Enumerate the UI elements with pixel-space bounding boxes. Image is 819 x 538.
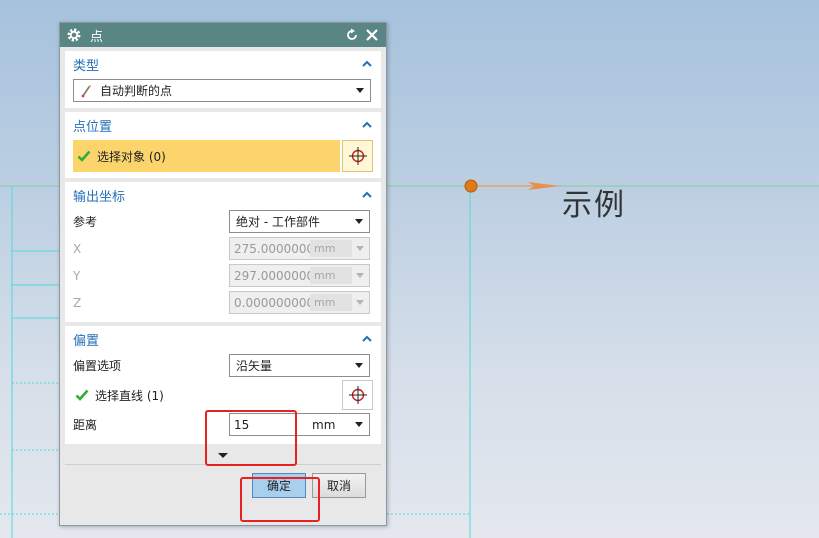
dropdown-arrow-icon [356,246,364,251]
point-type-value: 自动判断的点 [100,84,173,98]
distance-label: 距离 [73,418,98,432]
distance-input[interactable]: 15 [230,418,306,432]
point-dialog: 点 类型 自动判断的点 点位置 选择对象 (0) 输出坐标 参考 绝对 - 工作… [59,22,387,526]
x-label: X [73,241,82,256]
y-field: 297.0000000000 mm [229,264,370,287]
reference-dropdown[interactable]: 绝对 - 工作部件 [229,210,370,233]
output-section-title: 输出坐标 [73,189,126,205]
select-line-field[interactable]: 选择直线 (1) [73,387,342,404]
x-unit: mm [310,240,352,257]
z-value: 0.0000000000 [234,295,310,310]
offset-section-header[interactable]: 偏置 [73,326,373,352]
ok-button[interactable]: 确定 [252,473,306,498]
check-icon [75,389,89,401]
position-section-header[interactable]: 点位置 [73,112,373,138]
more-options-toggle[interactable] [65,448,381,462]
select-object-row: 选择对象 (0) [73,140,373,172]
dialog-title: 点 [90,29,104,45]
position-section-title: 点位置 [73,119,113,135]
dropdown-arrow-icon [355,219,363,224]
output-section-header[interactable]: 输出坐标 [73,182,373,208]
output-section: 输出坐标 参考 绝对 - 工作部件 X 275.0000000000 mm [65,182,381,322]
dialog-titlebar[interactable]: 点 [60,23,386,47]
offset-option-row: 偏置选项 沿矢量 [73,352,373,379]
distance-row: 距离 15 mm [73,411,373,438]
dropdown-arrow-icon [356,273,364,278]
y-value: 297.0000000000 [234,268,310,283]
close-icon [366,29,378,41]
dropdown-arrow-icon [356,300,364,305]
expand-more-icon [218,452,228,458]
annotation-text: 示例 [562,188,626,223]
dialog-buttons: 确定 取消 [65,465,381,498]
type-section: 类型 自动判断的点 [65,51,381,108]
chevron-up-icon [362,121,372,128]
select-object-label: 选择对象 (0) [97,149,166,164]
point-marker [464,179,478,193]
offset-option-value: 沿矢量 [236,359,273,373]
z-unit: mm [310,294,352,311]
type-section-header[interactable]: 类型 [73,51,373,77]
reference-label: 参考 [73,215,98,229]
point-crosshair-icon [348,386,367,404]
vector-dialog-button[interactable] [342,380,373,410]
reset-button[interactable] [344,27,360,43]
z-label: Z [73,295,82,310]
point-type-dropdown[interactable]: 自动判断的点 [73,79,371,102]
close-button[interactable] [364,27,380,43]
point-crosshair-icon [348,147,367,165]
offset-option-label: 偏置选项 [73,359,122,373]
z-row: Z 0.0000000000 mm [73,289,373,316]
x-row: X 275.0000000000 mm [73,235,373,262]
gear-icon [67,28,81,42]
reference-row: 参考 绝对 - 工作部件 [73,208,373,235]
offset-section: 偏置 偏置选项 沿矢量 选择直线 (1) 距离 15 mm [65,326,381,444]
chevron-up-icon [362,191,372,198]
chevron-up-icon [362,335,372,342]
x-value: 275.0000000000 [234,241,310,256]
dropdown-arrow-icon[interactable] [355,422,363,427]
select-line-label: 选择直线 (1) [95,388,164,403]
reset-icon [347,28,357,40]
distance-field[interactable]: 15 mm [229,413,370,436]
y-row: Y 297.0000000000 mm [73,262,373,289]
select-object-field[interactable]: 选择对象 (0) [73,140,340,172]
cancel-button[interactable]: 取消 [312,473,366,498]
type-section-title: 类型 [73,58,100,74]
y-unit: mm [310,267,352,284]
offset-section-title: 偏置 [73,333,100,349]
chevron-up-icon [362,60,372,67]
point-type-icon [81,84,91,97]
reference-value: 绝对 - 工作部件 [236,215,320,229]
z-field: 0.0000000000 mm [229,291,370,314]
offset-option-dropdown[interactable]: 沿矢量 [229,354,370,377]
point-dialog-button[interactable] [342,140,373,172]
select-line-row: 选择直线 (1) [73,379,373,411]
position-section: 点位置 选择对象 (0) [65,112,381,178]
dropdown-arrow-icon [355,363,363,368]
y-label: Y [73,268,81,283]
check-icon [77,150,91,162]
x-field: 275.0000000000 mm [229,237,370,260]
distance-unit: mm [312,417,336,432]
dialog-content: 类型 自动判断的点 点位置 选择对象 (0) 输出坐标 参考 绝对 - 工作部件… [60,47,386,498]
dropdown-arrow-icon [356,88,364,93]
